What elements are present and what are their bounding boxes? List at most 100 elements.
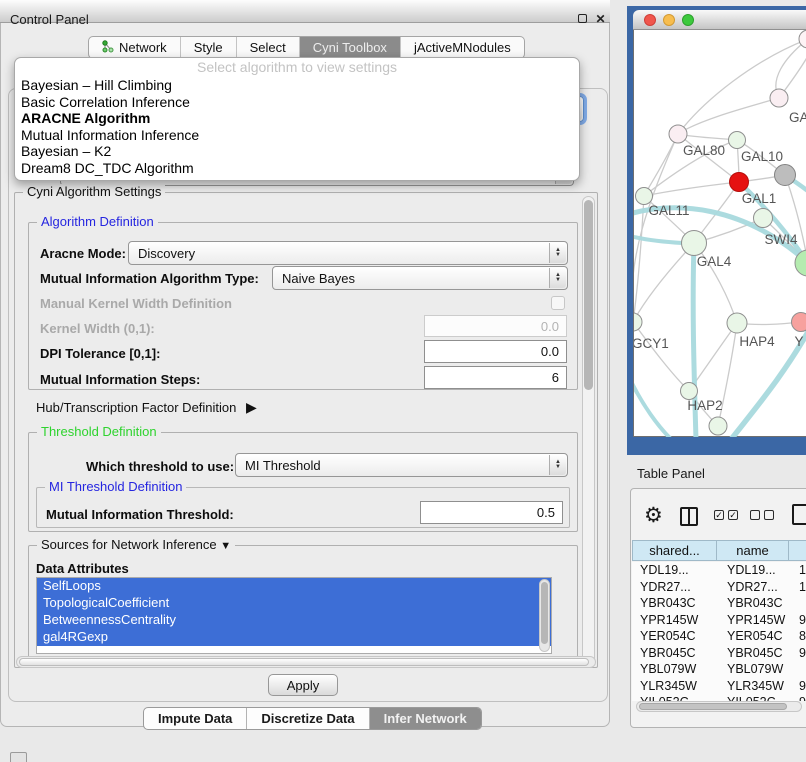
node-label: HAP4 xyxy=(739,334,775,349)
apply-button[interactable]: Apply xyxy=(268,674,338,696)
table-row[interactable]: YPR145W YPR145W 9. xyxy=(632,612,806,629)
bottom-tabbar: Impute Data Discretize Data Infer Networ… xyxy=(143,707,482,730)
tab-select[interactable]: Select xyxy=(236,37,299,58)
table-row[interactable]: YIL052C YIL052C 9 xyxy=(632,694,806,701)
table-row[interactable]: YDR27... YDR27... 12 xyxy=(632,579,806,596)
dropdown-placeholder: Select algorithm to view settings xyxy=(15,59,579,77)
table-row[interactable]: YER054C YER054C 8. xyxy=(632,628,806,645)
sources-legend: Sources for Network Inference ▼ xyxy=(37,537,235,552)
table-row[interactable]: YBR045C YBR045C 9. xyxy=(632,645,806,662)
combo-stepper-icon: ▲▼ xyxy=(549,455,566,475)
node-salmon[interactable] xyxy=(792,313,806,332)
combo-stepper-icon: ▲▼ xyxy=(549,268,566,288)
node-red-selected[interactable] xyxy=(730,173,749,192)
node-bottom[interactable] xyxy=(709,417,727,435)
dropdown-item-aracne[interactable]: ARACNE Algorithm xyxy=(15,110,579,127)
mi-steps-field[interactable]: 6 xyxy=(424,366,567,389)
node-gal11[interactable] xyxy=(636,188,653,205)
node-swi4[interactable] xyxy=(754,209,773,228)
settings-scrollbar[interactable] xyxy=(582,196,595,664)
node-label: GAL11 xyxy=(648,203,689,218)
close-icon: ✕ xyxy=(595,12,605,26)
mi-steps-label: Mutual Information Steps: xyxy=(40,372,200,387)
mi-threshold-field[interactable]: 0.5 xyxy=(420,501,563,524)
network-view-titlebar xyxy=(633,10,806,30)
select-all-columns-button[interactable]: ✓ ✓ xyxy=(714,510,738,520)
list-item-gal4rgexp[interactable]: gal4RGexp xyxy=(37,629,551,646)
table-header-row: shared... name xyxy=(632,540,806,561)
node-gal4[interactable] xyxy=(682,231,707,256)
dropdown-item-mutual-information[interactable]: Mutual Information Inference xyxy=(15,127,579,144)
which-threshold-label: Which threshold to use: xyxy=(86,459,234,474)
table-hscrollbar-thumb[interactable] xyxy=(639,703,787,710)
column-header-shared-name[interactable]: shared... xyxy=(632,540,717,561)
dropdown-item-dream8[interactable]: Dream8 DC_TDC Algorithm xyxy=(15,160,579,177)
close-traffic-light-icon[interactable] xyxy=(644,14,656,26)
list-item-betweennesscentrality[interactable]: BetweennessCentrality xyxy=(37,612,551,629)
settings-scrollbar-thumb[interactable] xyxy=(584,200,593,390)
tab-discretize-data[interactable]: Discretize Data xyxy=(246,708,368,729)
table-row[interactable]: YLR345W YLR345W 9. xyxy=(632,678,806,695)
list-item-selfloops[interactable]: SelfLoops xyxy=(37,578,551,595)
settings-hscrollbar[interactable] xyxy=(16,656,596,668)
tab-network[interactable]: Network xyxy=(89,37,180,58)
node-gray[interactable] xyxy=(775,165,796,186)
kernel-width-field[interactable]: 0.0 xyxy=(424,315,567,337)
list-scrollbar[interactable] xyxy=(539,579,550,652)
node-label: GAL80 xyxy=(683,143,725,158)
node-label: GCY1 xyxy=(634,336,669,351)
float-icon xyxy=(578,14,587,23)
unselect-all-columns-button[interactable] xyxy=(750,510,774,520)
node-pink-top[interactable] xyxy=(770,89,788,107)
dropdown-item-bayesian-k2[interactable]: Bayesian – K2 xyxy=(15,143,579,160)
aracne-mode-combobox[interactable]: Discovery ▲▼ xyxy=(128,241,568,265)
node-label: Y xyxy=(794,334,803,349)
checked-box-icon: ✓ xyxy=(728,510,738,520)
column-layout-icon[interactable] xyxy=(680,507,698,526)
mi-algorithm-type-combobox[interactable]: Naive Bayes ▲▼ xyxy=(272,266,568,290)
tab-style[interactable]: Style xyxy=(180,37,236,58)
manual-kernel-width-label: Manual Kernel Width Definition xyxy=(40,296,232,311)
collapse-down-triangle-icon[interactable]: ▼ xyxy=(220,540,231,552)
tab-cyni-toolbox[interactable]: Cyni Toolbox xyxy=(299,37,400,58)
node-gal10[interactable] xyxy=(729,132,746,149)
node-hap4[interactable] xyxy=(727,313,747,333)
list-scrollbar-thumb[interactable] xyxy=(541,582,548,644)
table-hscrollbar[interactable] xyxy=(636,701,802,712)
mi-algorithm-type-label: Mutual Information Algorithm Type: xyxy=(40,271,259,286)
dpi-tolerance-field[interactable]: 0.0 xyxy=(424,340,567,363)
table-panel-title: Table Panel xyxy=(637,466,705,481)
gear-icon[interactable]: ⚙ xyxy=(644,503,663,528)
document-icon[interactable] xyxy=(792,504,806,525)
table-row[interactable]: YBL079W YBL079W xyxy=(632,661,806,678)
column-header-partial[interactable] xyxy=(789,540,806,561)
zoom-traffic-light-icon[interactable] xyxy=(682,14,694,26)
node-label: SWI4 xyxy=(764,232,797,247)
table-row[interactable]: YBR043C YBR043C xyxy=(632,595,806,612)
list-item-topologicalcoefficient[interactable]: TopologicalCoefficient xyxy=(37,595,551,612)
float-window-button[interactable] xyxy=(576,13,589,26)
which-threshold-combobox[interactable]: MI Threshold ▲▼ xyxy=(235,453,568,477)
node-gal80[interactable] xyxy=(669,125,687,143)
mi-threshold-definition-legend: MI Threshold Definition xyxy=(45,479,186,494)
tab-infer-network[interactable]: Infer Network xyxy=(369,708,481,729)
algorithm-dropdown-list: Select algorithm to view settings Bayesi… xyxy=(14,57,580,181)
close-window-button[interactable]: ✕ xyxy=(594,13,607,26)
hub-definition-toggle[interactable]: Hub/Transcription Factor Definition ▶ xyxy=(36,399,257,416)
dropdown-item-bayesian-hill-climbing[interactable]: Bayesian – Hill Climbing xyxy=(15,77,579,94)
table-row[interactable]: YDL19... YDL19... 13 xyxy=(632,562,806,579)
control-panel-tabbar: Network Style Select Cyni Toolbox jActiv… xyxy=(88,36,525,59)
network-canvas[interactable]: GAL GAL80 GAL10 GAL1 GAL11 GAL4 SWI4 GCY… xyxy=(634,30,806,437)
partial-checkbox xyxy=(10,752,27,762)
node-hap2[interactable] xyxy=(681,383,698,400)
data-attributes-list[interactable]: SelfLoops TopologicalCoefficient Between… xyxy=(36,577,552,654)
manual-kernel-width-checkbox[interactable] xyxy=(551,296,565,310)
dropdown-item-basic-correlation[interactable]: Basic Correlation Inference xyxy=(15,94,579,111)
minimize-traffic-light-icon[interactable] xyxy=(663,14,675,26)
tab-jactivemnodules[interactable]: jActiveMNodules xyxy=(400,37,524,58)
tab-impute-data[interactable]: Impute Data xyxy=(144,708,246,729)
node-gcy1[interactable] xyxy=(634,313,642,331)
settings-hscrollbar-thumb[interactable] xyxy=(19,658,589,666)
threshold-definition-legend: Threshold Definition xyxy=(37,424,161,439)
column-header-name[interactable]: name xyxy=(717,540,789,561)
